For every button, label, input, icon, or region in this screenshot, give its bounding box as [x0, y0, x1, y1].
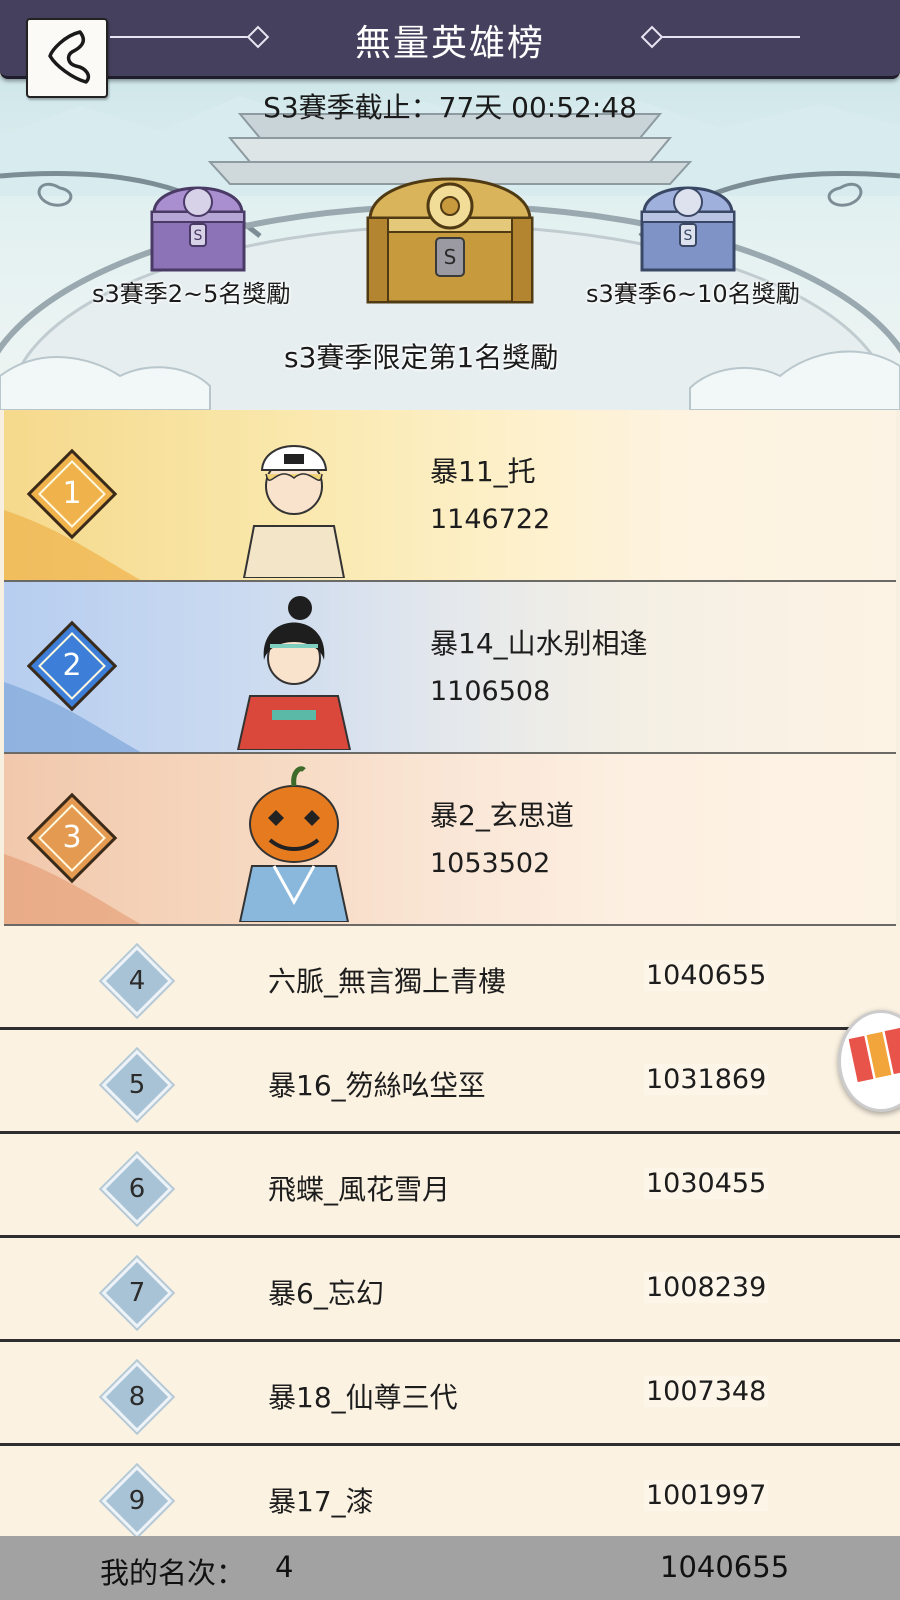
player-name: 暴18_仙尊三代 [268, 1381, 458, 1414]
player-name: 暴14_山水别相逢 [430, 627, 648, 660]
rank-number: 2 [62, 648, 82, 683]
player-score: 1106508 [430, 676, 551, 707]
rank-row[interactable]: 5 暴16_笏絲吆垈坙 1031869 [0, 1030, 900, 1134]
rank-number: 6 [128, 1174, 146, 1204]
back-arrow-icon [48, 30, 91, 84]
player-score: 1007348 [644, 1376, 769, 1407]
my-rank-value: 4 [275, 1550, 294, 1584]
purple-chest-icon[interactable]: S [146, 172, 250, 278]
season-banner: S3賽季截止：77天 00:52:48 S s3賽季2~5名獎勵 S s3賽季限… [0, 76, 900, 410]
player-name: 暴17_漆 [268, 1485, 374, 1518]
rank-number: 7 [128, 1278, 146, 1308]
player-avatar [242, 445, 346, 578]
my-rank-label: 我的名次： [100, 1556, 246, 1590]
my-rank-bar: 我的名次： 4 1040655 [0, 1536, 900, 1600]
player-score: 1008239 [644, 1272, 769, 1303]
player-score: 1053502 [430, 848, 551, 879]
back-button[interactable] [26, 18, 108, 98]
player-name: 飛蝶_風花雪月 [268, 1173, 451, 1206]
blue-chest-icon[interactable]: S [636, 172, 740, 278]
rank-number: 4 [128, 966, 146, 996]
reward-label-6-10: s3賽季6~10名獎勵 [586, 280, 800, 308]
rank-number: 9 [128, 1486, 146, 1516]
reward-label-first: s3賽季限定第1名獎勵 [284, 341, 559, 374]
rank-row[interactable]: 7 暴6_忘幻 1008239 [0, 1238, 900, 1342]
top-row-1[interactable]: 1 暴11_托 1146722 [4, 410, 896, 582]
player-name: 暴6_忘幻 [268, 1277, 384, 1310]
colorful-m-icon [849, 1027, 900, 1083]
rank-row[interactable]: 4 六脈_無言獨上青樓 1040655 [0, 926, 900, 1030]
my-score: 1040655 [660, 1550, 790, 1584]
page-title: 無量英雄榜 [354, 23, 545, 64]
rank-row[interactable]: 8 暴18_仙尊三代 1007348 [0, 1342, 900, 1446]
svg-text:S: S [194, 228, 203, 244]
player-score: 1001997 [644, 1480, 769, 1511]
svg-text:S: S [444, 245, 457, 269]
player-score: 1030455 [644, 1168, 769, 1199]
title-ornament-right [640, 25, 800, 49]
rank-number: 3 [62, 820, 82, 855]
rank-row[interactable]: 6 飛蝶_風花雪月 1030455 [0, 1134, 900, 1238]
season-countdown: S3賽季截止：77天 00:52:48 [263, 91, 637, 124]
player-score: 1031869 [644, 1064, 769, 1095]
player-avatar [238, 766, 350, 922]
player-name: 暴11_托 [430, 455, 536, 488]
rank-number: 1 [62, 476, 82, 511]
rank-row[interactable]: 9 暴17_漆 1001997 [0, 1446, 900, 1540]
rank-number: 8 [128, 1382, 146, 1412]
player-score: 1040655 [644, 960, 769, 991]
top-row-2[interactable]: 2 暴14_山水别相逢 1106508 [4, 582, 896, 754]
title-bar: 無量英雄榜 [0, 0, 900, 79]
rank-number: 5 [128, 1070, 146, 1100]
reward-label-2-5: s3賽季2~5名獎勵 [92, 280, 291, 308]
player-avatar [236, 596, 352, 750]
player-name: 暴16_笏絲吆垈坙 [268, 1069, 486, 1102]
gold-chest-icon[interactable]: S [360, 162, 540, 312]
svg-text:S: S [684, 228, 693, 244]
player-name: 六脈_無言獨上青樓 [268, 965, 507, 998]
player-score: 1146722 [430, 504, 551, 535]
player-name: 暴2_玄思道 [430, 799, 574, 832]
top-row-3[interactable]: 3 暴2_玄思道 1053502 [4, 754, 896, 926]
